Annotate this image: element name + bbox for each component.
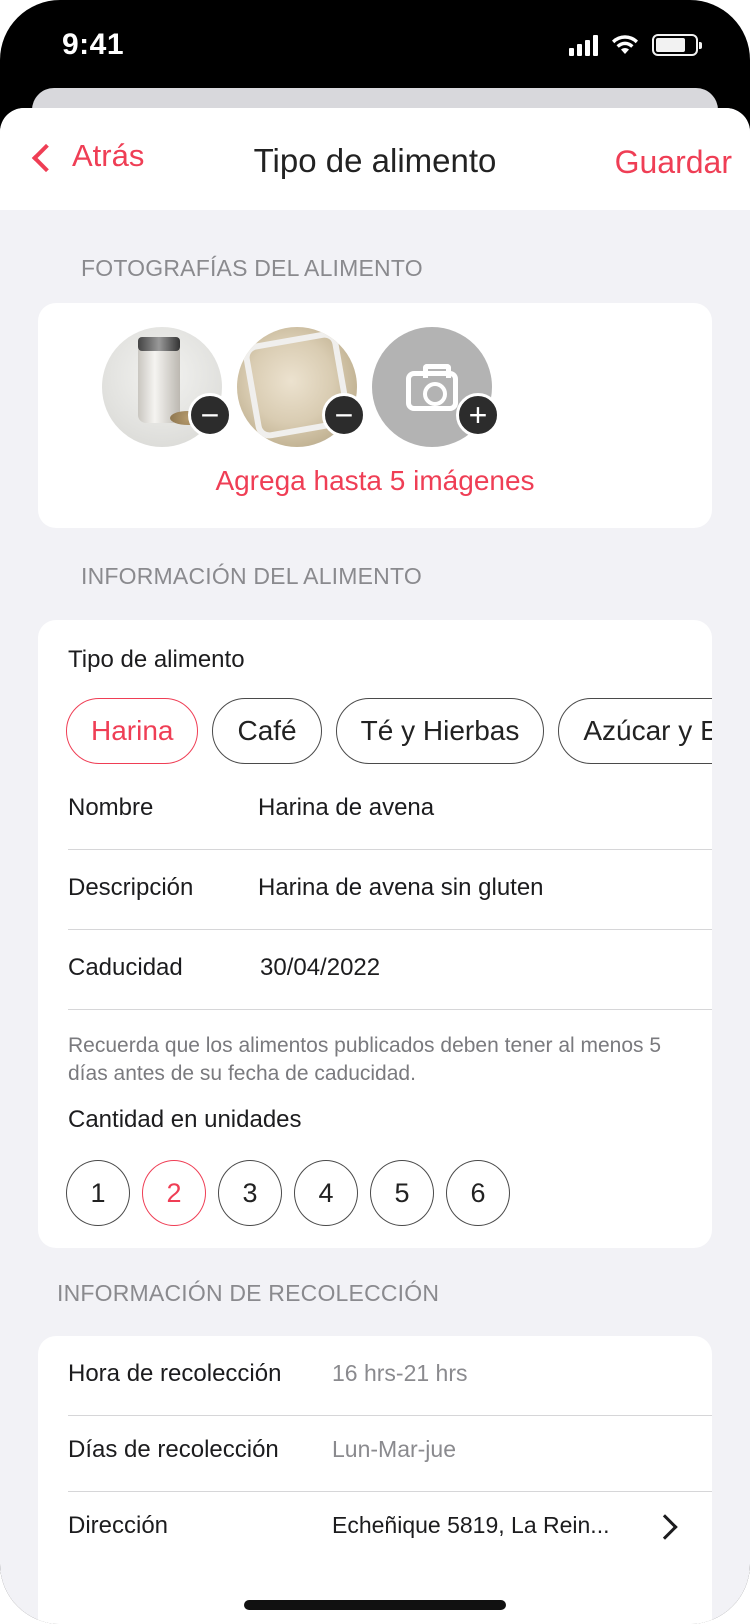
- home-indicator[interactable]: [244, 1600, 506, 1610]
- name-field[interactable]: Harina de avena: [258, 794, 434, 822]
- photos-section-header: FOTOGRAFÍAS DEL ALIMENTO: [81, 255, 423, 281]
- pickup-days-label: Días de recolección: [68, 1436, 279, 1463]
- chip-cafe[interactable]: Café: [212, 698, 322, 764]
- pickup-section-header: INFORMACIÓN DE RECOLECCIÓN: [57, 1280, 440, 1306]
- food-type-label: Tipo de alimento: [68, 646, 245, 673]
- pickup-time-field[interactable]: 16 hrs-21 hrs: [332, 1360, 468, 1387]
- quantity-option-4[interactable]: 4: [294, 1160, 358, 1226]
- name-label: Nombre: [68, 794, 154, 821]
- food-type-chips: Harina Café Té y Hierbas Azúcar y E: [66, 698, 712, 764]
- phone-screen: 9:41 Atrás Tipo de alimento Guardar FOTO…: [0, 0, 750, 1624]
- remove-photo-1-button[interactable]: −: [188, 393, 232, 437]
- food-info-card: Tipo de alimento Harina Café Té y Hierba…: [38, 620, 712, 1248]
- quantity-selector: 1 2 3 4 5 6: [66, 1160, 510, 1226]
- add-photo-plus-icon[interactable]: +: [456, 393, 500, 437]
- expiry-note: Recuerda que los alimentos publicados de…: [68, 1034, 662, 1085]
- pickup-time-label: Hora de recolección: [68, 1360, 282, 1387]
- pickup-days-row[interactable]: Días de recolección Lun-Mar-jue: [68, 1412, 712, 1492]
- pickup-info-card: Hora de recolección 16 hrs-21 hrs Días d…: [38, 1336, 712, 1624]
- remove-photo-2-button[interactable]: −: [322, 393, 366, 437]
- chip-te-hierbas[interactable]: Té y Hierbas: [335, 698, 545, 764]
- chip-harina[interactable]: Harina: [66, 698, 199, 764]
- chip-azucar[interactable]: Azúcar y E: [558, 698, 712, 764]
- expiry-field[interactable]: 30/04/2022: [260, 954, 380, 982]
- status-time: 9:41: [62, 28, 125, 61]
- expiry-label: Caducidad: [68, 954, 183, 981]
- navigation-bar: Atrás Tipo de alimento Guardar: [0, 108, 750, 210]
- camera-icon: [406, 364, 458, 411]
- info-section-header: INFORMACIÓN DEL ALIMENTO: [81, 563, 422, 589]
- description-field[interactable]: Harina de avena sin gluten: [258, 874, 544, 902]
- pickup-days-field[interactable]: Lun-Mar-jue: [332, 1436, 456, 1463]
- quantity-option-2[interactable]: 2: [142, 1160, 206, 1226]
- address-label: Dirección: [68, 1512, 169, 1539]
- expiry-row[interactable]: Caducidad 30/04/2022: [68, 930, 712, 1010]
- chevron-right-icon: [652, 1514, 678, 1540]
- name-row[interactable]: Nombre Harina de avena: [68, 770, 712, 850]
- photos-card: − − + Agrega hasta 5 imágenes: [38, 303, 712, 528]
- save-button[interactable]: Guardar: [615, 144, 732, 181]
- status-bar: 9:41: [0, 0, 750, 90]
- description-label: Descripción: [68, 874, 194, 901]
- battery-icon: [652, 34, 702, 56]
- photos-limit-hint: Agrega hasta 5 imágenes: [215, 465, 535, 496]
- pickup-time-row[interactable]: Hora de recolección 16 hrs-21 hrs: [68, 1336, 712, 1416]
- quantity-option-6[interactable]: 6: [446, 1160, 510, 1226]
- wifi-icon: [612, 35, 638, 54]
- quantity-option-1[interactable]: 1: [66, 1160, 130, 1226]
- quantity-option-5[interactable]: 5: [370, 1160, 434, 1226]
- address-field[interactable]: Echeñique 5819, La Rein...: [332, 1512, 609, 1539]
- address-row[interactable]: Dirección Echeñique 5819, La Rein...: [68, 1488, 712, 1568]
- modal-sheet: Atrás Tipo de alimento Guardar FOTOGRAFÍ…: [0, 108, 750, 1624]
- status-icons: [569, 34, 702, 56]
- quantity-option-3[interactable]: 3: [218, 1160, 282, 1226]
- signal-icon: [569, 34, 598, 56]
- description-row[interactable]: Descripción Harina de avena sin gluten: [68, 850, 712, 930]
- quantity-label: Cantidad en unidades: [68, 1106, 302, 1133]
